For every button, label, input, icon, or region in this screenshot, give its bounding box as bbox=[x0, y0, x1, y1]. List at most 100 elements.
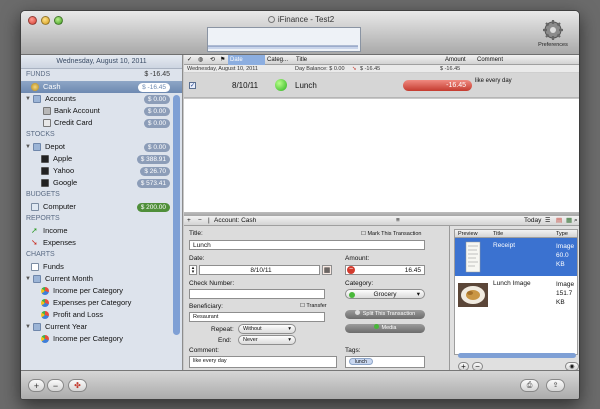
sidebar-scrollbar[interactable] bbox=[173, 95, 180, 335]
attachment-column-icon[interactable]: ◍ bbox=[198, 55, 203, 65]
funds-heading: FUNDS $ -16.45 bbox=[21, 69, 182, 81]
split-transaction-button[interactable]: Split This Transaction bbox=[345, 310, 425, 319]
attachment-size: 60.0 KB bbox=[556, 252, 569, 268]
amount-field[interactable]: − 16.45 bbox=[345, 265, 425, 275]
disclosure-triangle-icon[interactable]: ▼ bbox=[25, 93, 31, 105]
title-label: Title: bbox=[189, 230, 203, 237]
split-handle-icon[interactable]: ≡ bbox=[396, 216, 400, 226]
media-button[interactable]: Media bbox=[345, 324, 425, 333]
column-header-amount[interactable]: Amount bbox=[445, 55, 466, 65]
sidebar-item-income[interactable]: ➚ Income bbox=[21, 225, 182, 237]
coins-icon bbox=[31, 83, 39, 91]
attachments-panel: Preview Title Type Receipt Image 60.0 KB bbox=[449, 226, 579, 371]
remove-account-button[interactable]: − bbox=[47, 379, 64, 392]
document-icon bbox=[267, 16, 275, 23]
date-field[interactable]: 8/10/11 bbox=[199, 265, 320, 275]
list-item[interactable]: Lunch Image Image 151.7 KB bbox=[455, 276, 577, 314]
mark-transaction-checkbox[interactable]: ☐ Mark This Transaction bbox=[361, 231, 421, 237]
sidebar-item-expenses-per-category[interactable]: Expenses per Category bbox=[21, 297, 182, 309]
stock-chart-icon bbox=[41, 167, 49, 175]
sidebar-item-credit-card[interactable]: Credit Card $ 0.00 bbox=[21, 117, 182, 129]
column-header-date[interactable]: Date bbox=[228, 55, 265, 65]
balance-badge: $ 0.00 bbox=[143, 107, 170, 116]
category-select[interactable]: Grocery ▾ bbox=[345, 289, 425, 299]
column-header-comment[interactable]: Comment bbox=[477, 55, 503, 65]
checked-column-icon[interactable]: ✓ bbox=[187, 55, 192, 65]
filter-icon[interactable]: ▤ bbox=[556, 216, 562, 226]
disclosure-triangle-icon[interactable]: ▼ bbox=[25, 273, 31, 285]
add-transaction-button[interactable]: + bbox=[187, 216, 191, 226]
sidebar-item-funds-chart[interactable]: Funds bbox=[21, 261, 182, 273]
split-transaction-label: Split This Transaction bbox=[362, 311, 416, 317]
account-toolbar: + − | Account: Cash ≡ Today ☰ ▤ ▦ ⌕ bbox=[184, 216, 579, 226]
sidebar-item-current-year[interactable]: ▼ Current Year bbox=[21, 321, 182, 333]
sidebar-item-profit-and-loss[interactable]: Profit and Loss bbox=[21, 309, 182, 321]
flag-column-icon[interactable]: ⚑ bbox=[220, 55, 225, 65]
sidebar-item-expenses[interactable]: ➘ Expenses bbox=[21, 237, 182, 249]
add-account-button[interactable]: + bbox=[28, 379, 45, 392]
column-header-preview[interactable]: Preview bbox=[458, 230, 478, 238]
minus-sign-icon[interactable]: − bbox=[347, 266, 355, 274]
balance-chart-thumbnail[interactable] bbox=[207, 27, 361, 52]
export-icon[interactable]: ⇪ bbox=[546, 379, 565, 392]
attachment-type: Image 151.7 KB bbox=[556, 280, 577, 307]
attachment-type: Image 60.0 KB bbox=[556, 242, 577, 269]
sidebar-item-label: Income per Category bbox=[53, 286, 124, 295]
transfer-checkbox[interactable]: ☐ Transfer bbox=[300, 303, 327, 309]
sidebar-item-accounts[interactable]: ▼ Accounts $ 0.00 bbox=[21, 93, 182, 105]
calendar-icon[interactable]: ▦ bbox=[322, 265, 332, 275]
sidebar-item-yahoo[interactable]: Yahoo $ 26.70 bbox=[21, 165, 182, 177]
list-item[interactable]: Receipt Image 60.0 KB bbox=[455, 238, 577, 276]
disclosure-triangle-icon[interactable]: ▼ bbox=[25, 141, 31, 153]
end-select[interactable]: Never ▾ bbox=[238, 335, 296, 345]
preferences-button[interactable]: Preferences bbox=[533, 19, 573, 48]
column-header-category[interactable]: Categ... bbox=[267, 55, 288, 65]
column-header-title[interactable]: Title bbox=[493, 230, 503, 238]
comment-textarea[interactable]: like every day bbox=[189, 356, 337, 368]
cleared-checkbox[interactable]: ✓ bbox=[189, 82, 196, 89]
grid-view-icon[interactable]: ▦ bbox=[566, 216, 572, 226]
day-summary-bar: Wednesday, August 10, 2011 Day Balance: … bbox=[184, 65, 579, 73]
balance-badge: $ 573.41 bbox=[136, 179, 170, 188]
repeat-column-icon[interactable]: ⟲ bbox=[210, 55, 215, 65]
date-stepper[interactable]: ▴ ▾ bbox=[189, 265, 197, 275]
print-icon[interactable]: ⎙ bbox=[520, 379, 539, 392]
title-input[interactable]: Lunch bbox=[189, 240, 425, 250]
tag-token[interactable]: lunch bbox=[349, 358, 373, 365]
attachments-scrollbar[interactable] bbox=[458, 353, 576, 358]
sidebar-item-label: Google bbox=[53, 178, 78, 187]
column-header-type[interactable]: Type bbox=[556, 230, 568, 238]
today-button[interactable]: Today bbox=[524, 216, 541, 226]
disclosure-triangle-icon[interactable]: ▼ bbox=[25, 321, 31, 333]
search-icon[interactable]: ⌕ bbox=[574, 216, 578, 226]
table-row[interactable]: ✓ 8/10/11 Lunch -16.45 like every day bbox=[184, 73, 579, 98]
check-number-input[interactable] bbox=[189, 289, 325, 299]
tags-field[interactable]: lunch bbox=[345, 356, 425, 368]
pie-chart-icon bbox=[41, 299, 49, 307]
sidebar-item-year-income-per-category[interactable]: Income per Category bbox=[21, 333, 182, 345]
stock-chart-icon bbox=[41, 155, 49, 163]
sidebar-item-label: Computer bbox=[43, 202, 76, 211]
pie-chart-icon bbox=[41, 335, 49, 343]
sidebar-item-depot[interactable]: ▼ Depot $ 0.00 bbox=[21, 141, 182, 153]
chevron-updown-icon: ▾ bbox=[288, 326, 291, 332]
sidebar-item-current-month[interactable]: ▼ Current Month bbox=[21, 273, 182, 285]
sidebar-item-apple[interactable]: Apple $ 388.91 bbox=[21, 153, 182, 165]
column-header-title[interactable]: Title bbox=[296, 55, 307, 65]
action-menu-icon[interactable]: ✤ bbox=[68, 379, 87, 392]
list-view-icon[interactable]: ☰ bbox=[545, 216, 550, 226]
repeat-select[interactable]: Without ▾ bbox=[238, 324, 296, 334]
sidebar-item-bank-account[interactable]: Bank Account $ 0.00 bbox=[21, 105, 182, 117]
sidebar-item-income-per-category[interactable]: Income per Category bbox=[21, 285, 182, 297]
food-photo-thumbnail-icon bbox=[458, 283, 488, 307]
gear-icon bbox=[543, 20, 563, 40]
sidebar-item-label: Apple bbox=[53, 154, 73, 163]
sidebar-item-computer[interactable]: Computer $ 200.00 bbox=[21, 201, 182, 213]
sidebar-item-google[interactable]: Google $ 573.41 bbox=[21, 177, 182, 189]
media-indicator-icon bbox=[373, 324, 379, 329]
sidebar-item-label: Credit Card bbox=[54, 118, 93, 127]
beneficiary-input[interactable]: Resaurant bbox=[189, 312, 325, 322]
remove-transaction-button[interactable]: − bbox=[198, 216, 202, 226]
sidebar-item-cash[interactable]: Cash $ -16.45 bbox=[21, 81, 182, 93]
day-balance: Day Balance: $ 0.00 bbox=[295, 66, 345, 72]
